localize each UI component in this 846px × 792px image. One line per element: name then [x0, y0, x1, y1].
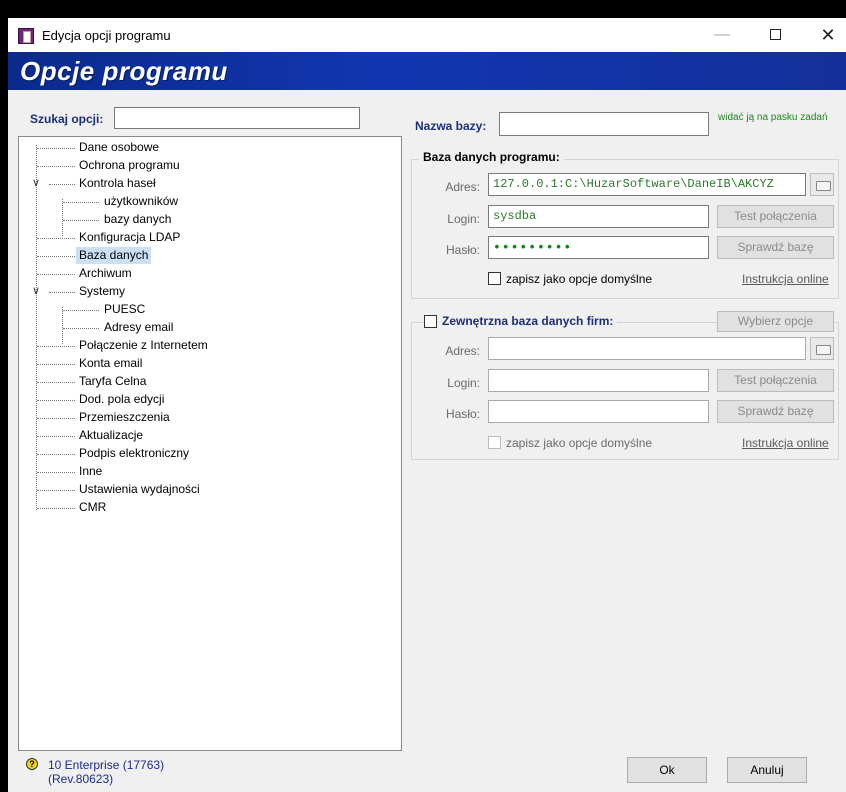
tree-item-systemy[interactable]: ∨ Systemy — [19, 283, 399, 300]
tree-item-inne[interactable]: Inne — [19, 463, 399, 480]
zewnetrzna-baza-title: Zewnętrzna baza danych firm: — [438, 314, 618, 328]
ext-online-help-link[interactable]: Instrukcja online — [742, 436, 829, 450]
ext-haslo-label: Hasło: — [445, 407, 480, 421]
window-title: Edycja opcji programu — [42, 28, 171, 43]
ext-login-input[interactable] — [488, 369, 709, 392]
banner-title: Opcje programu — [20, 56, 228, 86]
tree-item-adresy-email[interactable]: Adresy email — [19, 319, 399, 336]
haslo-label: Hasło: — [445, 243, 480, 257]
zewnetrzna-baza-checkbox[interactable] — [424, 315, 437, 328]
tree-item-uzytkownikow[interactable]: użytkowników — [19, 193, 399, 210]
ext-password-input[interactable] — [488, 400, 709, 423]
search-label: Szukaj opcji: — [30, 112, 104, 126]
tree-item-konfiguracja-ldap[interactable]: Konfiguracja LDAP — [19, 229, 399, 246]
tree-item-dane-osobowe[interactable]: Dane osobowe — [19, 139, 399, 156]
login-label: Login: — [447, 212, 480, 226]
options-tree[interactable]: Dane osobowe Ochrona programu ∨ Kontrola… — [18, 136, 402, 751]
adres-label: Adres: — [445, 180, 480, 194]
help-icon[interactable]: ? — [26, 758, 38, 770]
chevron-down-icon[interactable]: ∨ — [32, 175, 40, 192]
app-icon — [18, 28, 34, 44]
adres-input[interactable]: 127.0.0.1:C:\HuzarSoftware\DaneIB\AKCYZ — [488, 173, 806, 196]
maximize-icon — [769, 29, 781, 41]
tree-item-konta-email[interactable]: Konta email — [19, 355, 399, 372]
tree-item-aktualizacje[interactable]: Aktualizacje — [19, 427, 399, 444]
tree-item-kontrola-hasel[interactable]: ∨ Kontrola haseł — [19, 175, 399, 192]
test-connection-button[interactable]: Test połączenia — [717, 205, 834, 228]
header-banner: Opcje programu — [8, 52, 846, 90]
nazwa-bazy-input[interactable] — [499, 112, 709, 136]
baza-danych-title: Baza danych programu: — [419, 150, 564, 164]
tree-item-ustawienia-wydajnosci[interactable]: Ustawienia wydajności — [19, 481, 399, 498]
version-line-1: 10 Enterprise (17763) — [48, 758, 165, 772]
ext-save-default-label: zapisz jako opcje domyślne — [506, 436, 653, 450]
folder-icon[interactable] — [810, 173, 834, 196]
nazwa-bazy-hint: widać ją na pasku zadań — [718, 112, 828, 123]
save-default-label: zapisz jako opcje domyślne — [506, 272, 653, 286]
version-info: 10 Enterprise (17763) (Rev.80623) — [48, 758, 164, 786]
tree-item-puesc[interactable]: PUESC — [19, 301, 399, 318]
choose-options-button[interactable]: Wybierz opcje — [717, 311, 834, 332]
tree-item-dod-pola-edycji[interactable]: Dod. pola edycji — [19, 391, 399, 408]
tree-item-cmr[interactable]: CMR — [19, 499, 399, 516]
ext-adres-label: Adres: — [445, 344, 480, 358]
tree-item-taryfa-celna[interactable]: Taryfa Celna — [19, 373, 399, 390]
tree-item-polaczenie-z-internetem[interactable]: Połączenie z Internetem — [19, 337, 399, 354]
save-default-checkbox[interactable] — [488, 272, 501, 285]
ext-login-label: Login: — [447, 376, 480, 390]
online-help-link[interactable]: Instrukcja online — [742, 272, 829, 286]
minimize-button[interactable]: — — [700, 22, 744, 48]
search-input[interactable] — [114, 107, 360, 129]
cancel-button[interactable]: Anuluj — [727, 757, 807, 783]
tree-item-ochrona-programu[interactable]: Ochrona programu — [19, 157, 399, 174]
version-line-2: (Rev.80623) — [48, 772, 114, 786]
options-window: Edycja opcji programu — ✕ Opcje programu… — [8, 18, 846, 792]
tree-item-archiwum[interactable]: Archiwum — [19, 265, 399, 282]
chevron-down-icon[interactable]: ∨ — [32, 283, 40, 300]
login-input[interactable]: sysdba — [488, 205, 709, 228]
check-database-button[interactable]: Sprawdź bazę — [717, 236, 834, 259]
tree-item-przemieszczenia[interactable]: Przemieszczenia — [19, 409, 399, 426]
ext-check-database-button[interactable]: Sprawdź bazę — [717, 400, 834, 423]
tree-item-bazy-danych[interactable]: bazy danych — [19, 211, 399, 228]
maximize-button[interactable] — [753, 22, 797, 48]
title-bar: Edycja opcji programu — ✕ — [8, 18, 846, 52]
password-input[interactable]: ••••••••• — [488, 236, 709, 259]
ext-test-connection-button[interactable]: Test połączenia — [717, 369, 834, 392]
ok-button[interactable]: Ok — [627, 757, 707, 783]
tree-item-baza-danych[interactable]: Baza danych — [19, 247, 399, 264]
ext-save-default-checkbox[interactable] — [488, 436, 501, 449]
ext-adres-input[interactable] — [488, 337, 806, 360]
nazwa-bazy-label: Nazwa bazy: — [415, 119, 487, 133]
ext-folder-icon[interactable] — [810, 337, 834, 360]
tree-item-podpis-elektroniczny[interactable]: Podpis elektroniczny — [19, 445, 399, 462]
close-button[interactable]: ✕ — [806, 22, 846, 48]
